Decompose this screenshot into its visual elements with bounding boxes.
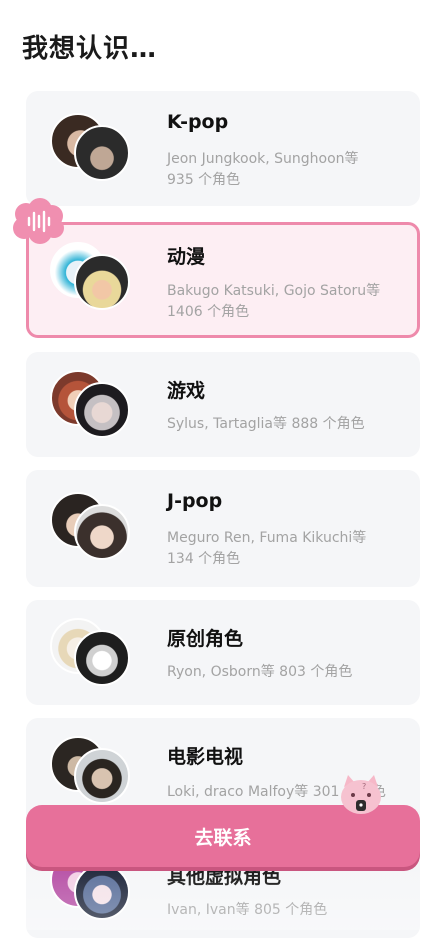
category-card-original[interactable]: 原创角色 Ryon, Osborn等 803 个角色 bbox=[26, 600, 420, 705]
avatar-stack bbox=[50, 736, 134, 810]
category-subtitle: Bakugo Katsuki, Gojo Satoru等 1406 个角色 bbox=[167, 283, 381, 320]
avatar-stack bbox=[50, 492, 134, 566]
page-title: 我想认识… bbox=[22, 34, 158, 64]
avatar-stack bbox=[50, 370, 134, 444]
category-title: 电影电视 bbox=[167, 746, 244, 768]
category-card-kpop[interactable]: K-pop Jeon Jungkook, Sunghoon等 935 个角色 bbox=[26, 91, 420, 206]
category-subtitle: Ryon, Osborn等 803 个角色 bbox=[167, 664, 353, 680]
avatar bbox=[74, 125, 130, 181]
avatar-stack bbox=[50, 618, 134, 692]
category-subtitle: Meguro Ren, Fuma Kikuchi等 134 个角色 bbox=[167, 530, 367, 567]
pink-cat-mascot-icon: ? bbox=[338, 773, 384, 817]
avatar bbox=[74, 864, 130, 920]
category-title: K-pop bbox=[167, 111, 229, 133]
category-subtitle: Ivan, Ivan等 805 个角色 bbox=[167, 902, 328, 918]
avatar bbox=[74, 382, 130, 438]
avatar-stack bbox=[50, 242, 134, 316]
category-card-jpop[interactable]: J-pop Meguro Ren, Fuma Kikuchi等 134 个角色 bbox=[26, 470, 420, 587]
category-title: 动漫 bbox=[167, 246, 206, 268]
category-title: 原创角色 bbox=[167, 628, 244, 650]
voice-wave-icon[interactable] bbox=[10, 198, 66, 244]
category-subtitle: Sylus, Tartaglia等 888 个角色 bbox=[167, 416, 365, 432]
avatar bbox=[74, 504, 130, 560]
category-card-anime[interactable]: 动漫 Bakugo Katsuki, Gojo Satoru等 1406 个角色 bbox=[26, 222, 420, 338]
avatar bbox=[74, 630, 130, 686]
category-card-games[interactable]: 游戏 Sylus, Tartaglia等 888 个角色 bbox=[26, 352, 420, 457]
category-title: J-pop bbox=[167, 490, 223, 512]
category-title: 游戏 bbox=[167, 380, 206, 402]
avatar-stack bbox=[50, 113, 134, 187]
avatar bbox=[74, 748, 130, 804]
category-subtitle: Jeon Jungkook, Sunghoon等 935 个角色 bbox=[167, 151, 359, 188]
svg-text:?: ? bbox=[362, 782, 366, 791]
avatar bbox=[74, 254, 130, 310]
